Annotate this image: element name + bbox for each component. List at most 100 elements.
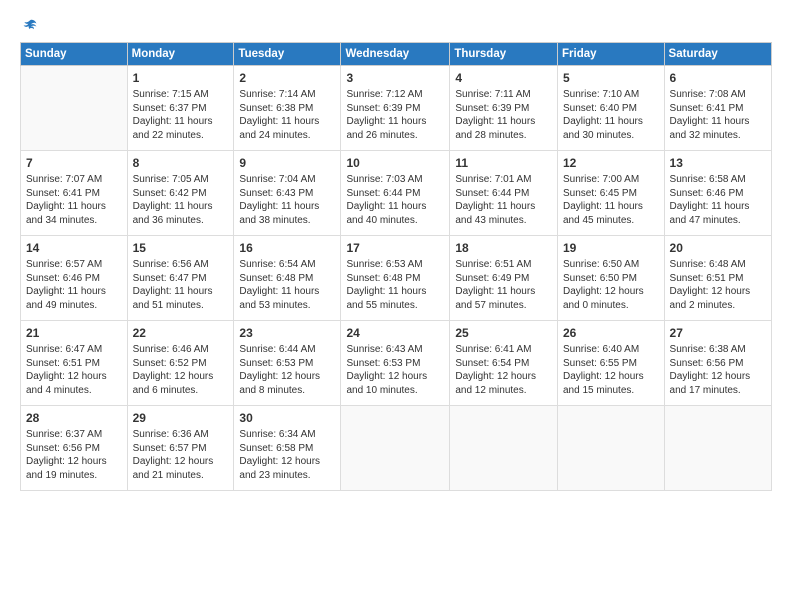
day-info: and 8 minutes. [239, 384, 335, 398]
day-info: Daylight: 11 hours [133, 115, 229, 129]
day-info: Sunset: 6:44 PM [455, 187, 552, 201]
day-info: and 55 minutes. [346, 299, 444, 313]
day-info: and 30 minutes. [563, 129, 659, 143]
day-info: Sunrise: 6:43 AM [346, 343, 444, 357]
calendar-cell: 15Sunrise: 6:56 AMSunset: 6:47 PMDayligh… [127, 236, 234, 321]
day-number: 10 [346, 155, 444, 171]
calendar-cell: 20Sunrise: 6:48 AMSunset: 6:51 PMDayligh… [664, 236, 771, 321]
calendar-cell: 7Sunrise: 7:07 AMSunset: 6:41 PMDaylight… [21, 151, 128, 236]
calendar-cell: 2Sunrise: 7:14 AMSunset: 6:38 PMDaylight… [234, 66, 341, 151]
day-info: Daylight: 11 hours [346, 285, 444, 299]
day-number: 24 [346, 325, 444, 341]
day-info: Daylight: 11 hours [26, 200, 122, 214]
calendar-cell: 14Sunrise: 6:57 AMSunset: 6:46 PMDayligh… [21, 236, 128, 321]
day-info: Sunset: 6:47 PM [133, 272, 229, 286]
day-header-saturday: Saturday [664, 43, 771, 66]
calendar-cell [664, 406, 771, 491]
day-number: 2 [239, 70, 335, 86]
day-info: and 47 minutes. [670, 214, 766, 228]
day-info: Sunrise: 6:58 AM [670, 173, 766, 187]
day-info: Sunrise: 7:08 AM [670, 88, 766, 102]
calendar-header-row: SundayMondayTuesdayWednesdayThursdayFrid… [21, 43, 772, 66]
day-info: Sunset: 6:57 PM [133, 442, 229, 456]
calendar-week-1: 1Sunrise: 7:15 AMSunset: 6:37 PMDaylight… [21, 66, 772, 151]
day-info: Sunset: 6:53 PM [239, 357, 335, 371]
calendar-cell: 30Sunrise: 6:34 AMSunset: 6:58 PMDayligh… [234, 406, 341, 491]
day-info: Daylight: 11 hours [346, 200, 444, 214]
day-info: Sunrise: 6:56 AM [133, 258, 229, 272]
day-info: Sunrise: 6:50 AM [563, 258, 659, 272]
calendar-cell: 13Sunrise: 6:58 AMSunset: 6:46 PMDayligh… [664, 151, 771, 236]
day-number: 26 [563, 325, 659, 341]
day-info: and 43 minutes. [455, 214, 552, 228]
day-info: Sunset: 6:41 PM [26, 187, 122, 201]
day-info: Daylight: 12 hours [133, 370, 229, 384]
calendar-cell: 29Sunrise: 6:36 AMSunset: 6:57 PMDayligh… [127, 406, 234, 491]
day-number: 15 [133, 240, 229, 256]
calendar-cell: 12Sunrise: 7:00 AMSunset: 6:45 PMDayligh… [558, 151, 665, 236]
calendar-cell: 18Sunrise: 6:51 AMSunset: 6:49 PMDayligh… [450, 236, 558, 321]
calendar-cell: 21Sunrise: 6:47 AMSunset: 6:51 PMDayligh… [21, 321, 128, 406]
day-info: and 21 minutes. [133, 469, 229, 483]
day-info: Sunset: 6:37 PM [133, 102, 229, 116]
day-info: Daylight: 11 hours [239, 285, 335, 299]
day-number: 27 [670, 325, 766, 341]
calendar-cell: 23Sunrise: 6:44 AMSunset: 6:53 PMDayligh… [234, 321, 341, 406]
day-info: Daylight: 12 hours [26, 370, 122, 384]
calendar-cell: 1 Sunrise: 7:15 AMSunset: 6:37 PMDaylight… [127, 66, 234, 151]
day-number: 22 [133, 325, 229, 341]
day-info: Sunset: 6:46 PM [26, 272, 122, 286]
day-number: 5 [563, 70, 659, 86]
day-info: and 36 minutes. [133, 214, 229, 228]
day-info: and 15 minutes. [563, 384, 659, 398]
calendar-week-2: 7Sunrise: 7:07 AMSunset: 6:41 PMDaylight… [21, 151, 772, 236]
calendar-cell [450, 406, 558, 491]
header [20, 18, 772, 36]
page: SundayMondayTuesdayWednesdayThursdayFrid… [0, 0, 792, 612]
day-info: Daylight: 12 hours [455, 370, 552, 384]
day-info: and 32 minutes. [670, 129, 766, 143]
day-number: 23 [239, 325, 335, 341]
day-info: Daylight: 11 hours [455, 115, 552, 129]
day-info: Sunrise: 6:41 AM [455, 343, 552, 357]
day-info: Sunrise: 7:15 AM [133, 88, 229, 102]
day-info: Sunrise: 6:51 AM [455, 258, 552, 272]
day-info: Sunset: 6:56 PM [26, 442, 122, 456]
calendar-cell: 11Sunrise: 7:01 AMSunset: 6:44 PMDayligh… [450, 151, 558, 236]
day-info: and 22 minutes. [133, 129, 229, 143]
calendar-cell: 27Sunrise: 6:38 AMSunset: 6:56 PMDayligh… [664, 321, 771, 406]
day-info: Daylight: 12 hours [346, 370, 444, 384]
day-info: Sunrise: 7:12 AM [346, 88, 444, 102]
day-info: Sunset: 6:51 PM [26, 357, 122, 371]
day-info: Sunrise: 7:03 AM [346, 173, 444, 187]
day-header-tuesday: Tuesday [234, 43, 341, 66]
day-info: Sunset: 6:39 PM [455, 102, 552, 116]
calendar-cell: 19Sunrise: 6:50 AMSunset: 6:50 PMDayligh… [558, 236, 665, 321]
day-info: Sunrise: 7:04 AM [239, 173, 335, 187]
day-info: and 10 minutes. [346, 384, 444, 398]
day-info: Sunset: 6:55 PM [563, 357, 659, 371]
calendar-week-3: 14Sunrise: 6:57 AMSunset: 6:46 PMDayligh… [21, 236, 772, 321]
day-info: Daylight: 11 hours [563, 200, 659, 214]
day-number: 1 [133, 70, 229, 86]
day-number: 4 [455, 70, 552, 86]
day-info: and 12 minutes. [455, 384, 552, 398]
day-info: Sunrise: 6:34 AM [239, 428, 335, 442]
day-info: Sunrise: 6:54 AM [239, 258, 335, 272]
day-info: Daylight: 12 hours [133, 455, 229, 469]
day-number: 20 [670, 240, 766, 256]
day-info: and 6 minutes. [133, 384, 229, 398]
day-header-sunday: Sunday [21, 43, 128, 66]
calendar-cell: 25Sunrise: 6:41 AMSunset: 6:54 PMDayligh… [450, 321, 558, 406]
day-info: Sunrise: 6:37 AM [26, 428, 122, 442]
day-info: Daylight: 11 hours [239, 200, 335, 214]
day-number: 28 [26, 410, 122, 426]
day-number: 16 [239, 240, 335, 256]
day-info: Daylight: 11 hours [239, 115, 335, 129]
day-number: 8 [133, 155, 229, 171]
day-info: Sunset: 6:53 PM [346, 357, 444, 371]
calendar-cell [558, 406, 665, 491]
day-info: Sunrise: 7:05 AM [133, 173, 229, 187]
logo [20, 18, 38, 36]
day-number: 17 [346, 240, 444, 256]
